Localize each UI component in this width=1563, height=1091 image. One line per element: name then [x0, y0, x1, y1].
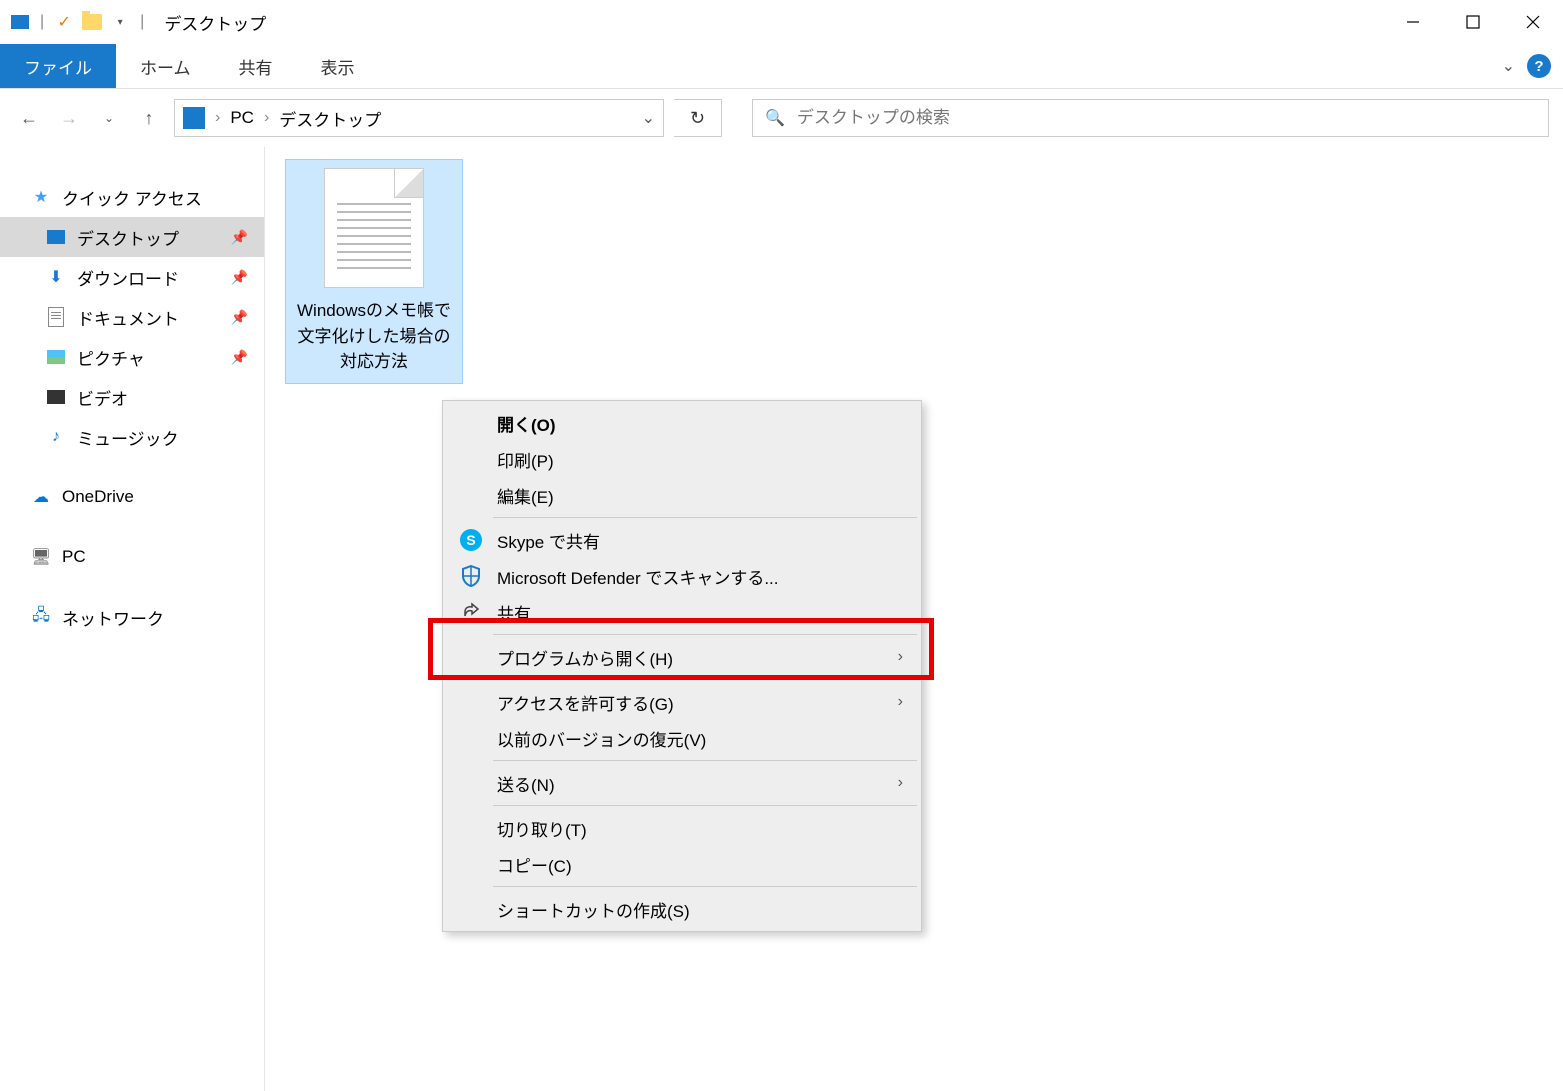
tab-home[interactable]: ホーム — [116, 44, 215, 88]
picture-icon — [45, 346, 67, 368]
separator — [493, 679, 917, 680]
titlebar: | ✓ ▾ | デスクトップ — [0, 0, 1563, 44]
help-icon[interactable]: ? — [1527, 54, 1551, 78]
breadcrumb-pc[interactable]: PC — [230, 108, 254, 128]
folder-icon — [80, 10, 104, 34]
pc-icon: 🖥 — [30, 546, 52, 568]
file-item[interactable]: Windowsのメモ帳で文字化けした場合の対応方法 — [285, 159, 463, 384]
sidebar-item-label: ネットワーク — [62, 605, 164, 630]
ctx-open[interactable]: 開く(O) — [445, 405, 919, 441]
sidebar-item-label: OneDrive — [62, 487, 134, 507]
maximize-button[interactable] — [1443, 0, 1503, 44]
context-menu: 開く(O) 印刷(P) 編集(E) S Skype で共有 Microsoft … — [442, 400, 922, 932]
cloud-icon: ☁ — [30, 486, 52, 508]
separator — [493, 805, 917, 806]
chevron-right-icon[interactable]: › — [215, 109, 220, 127]
chevron-right-icon: › — [898, 648, 903, 666]
sidebar-item-label: ダウンロード — [77, 265, 179, 290]
chevron-right-icon: › — [898, 774, 903, 792]
pin-icon: 📌 — [231, 229, 248, 246]
download-icon: ⬇ — [45, 266, 67, 288]
close-button[interactable] — [1503, 0, 1563, 44]
pin-icon: 📌 — [231, 269, 248, 286]
back-button[interactable]: ← — [14, 103, 44, 133]
ctx-create-shortcut[interactable]: ショートカットの作成(S) — [445, 891, 919, 927]
ctx-send-to[interactable]: 送る(N) › — [445, 765, 919, 801]
sidebar-item-label: PC — [62, 547, 86, 567]
ctx-copy[interactable]: コピー(C) — [445, 846, 919, 882]
sidebar-item-label: クイック アクセス — [62, 185, 202, 210]
divider: | — [40, 13, 44, 31]
breadcrumb-current[interactable]: デスクトップ — [279, 106, 381, 131]
chevron-right-icon: › — [898, 693, 903, 711]
file-name: Windowsのメモ帳で文字化けした場合の対応方法 — [294, 298, 454, 375]
ctx-restore-version[interactable]: 以前のバージョンの復元(V) — [445, 720, 919, 756]
search-box[interactable]: 🔍 — [752, 99, 1549, 137]
sidebar-music[interactable]: ♪ ミュージック — [0, 417, 264, 457]
sidebar-item-label: ドキュメント — [77, 305, 179, 330]
text-file-icon — [324, 168, 424, 288]
sidebar-documents[interactable]: ドキュメント 📌 — [0, 297, 264, 337]
address-bar[interactable]: › PC › デスクトップ ⌄ — [174, 99, 664, 137]
ctx-edit[interactable]: 編集(E) — [445, 477, 919, 513]
qat-dropdown-icon[interactable]: ▾ — [108, 10, 132, 34]
ctx-print[interactable]: 印刷(P) — [445, 441, 919, 477]
tab-file[interactable]: ファイル — [0, 44, 116, 88]
sidebar-desktop[interactable]: デスクトップ 📌 — [0, 217, 264, 257]
divider: | — [140, 13, 144, 31]
address-row: ← → ⌄ ↑ › PC › デスクトップ ⌄ ↻ 🔍 — [0, 89, 1563, 147]
ctx-grant-access[interactable]: アクセスを許可する(G) › — [445, 684, 919, 720]
sidebar-item-label: ピクチャ — [77, 345, 145, 370]
search-input[interactable] — [797, 108, 1536, 128]
sidebar-videos[interactable]: ビデオ — [0, 377, 264, 417]
ribbon-tabs: ファイル ホーム 共有 表示 ⌄ ? — [0, 44, 1563, 89]
sidebar-item-label: ミュージック — [77, 425, 179, 450]
video-icon — [45, 386, 67, 408]
sidebar-quick-access[interactable]: ★ クイック アクセス — [0, 177, 264, 217]
ctx-cut[interactable]: 切り取り(T) — [445, 810, 919, 846]
search-icon: 🔍 — [765, 108, 785, 128]
minimize-button[interactable] — [1383, 0, 1443, 44]
ctx-open-with[interactable]: プログラムから開く(H) › — [445, 639, 919, 675]
sidebar-item-label: ビデオ — [77, 385, 128, 410]
ctx-skype-share[interactable]: S Skype で共有 — [445, 522, 919, 558]
pin-icon: 📌 — [231, 349, 248, 366]
sidebar: ★ クイック アクセス デスクトップ 📌 ⬇ ダウンロード 📌 ドキュメント 📌… — [0, 147, 265, 1091]
document-icon — [45, 306, 67, 328]
skype-icon: S — [459, 528, 483, 552]
tab-share[interactable]: 共有 — [215, 44, 297, 88]
share-icon — [459, 600, 483, 624]
music-icon: ♪ — [45, 426, 67, 448]
separator — [493, 886, 917, 887]
sidebar-network[interactable]: 🖧 ネットワーク — [0, 597, 264, 637]
recent-dropdown[interactable]: ⌄ — [94, 103, 124, 133]
ribbon-expand-icon[interactable]: ⌄ — [1502, 56, 1515, 76]
checkmark-icon[interactable]: ✓ — [52, 10, 76, 34]
desktop-icon — [45, 226, 67, 248]
sidebar-onedrive[interactable]: ☁ OneDrive — [0, 477, 264, 517]
pin-icon: 📌 — [231, 309, 248, 326]
network-icon: 🖧 — [30, 606, 52, 628]
sidebar-item-label: デスクトップ — [77, 225, 179, 250]
sidebar-pictures[interactable]: ピクチャ 📌 — [0, 337, 264, 377]
address-dropdown-icon[interactable]: ⌄ — [642, 108, 655, 128]
separator — [493, 760, 917, 761]
sidebar-pc[interactable]: 🖥 PC — [0, 537, 264, 577]
chevron-right-icon[interactable]: › — [264, 109, 269, 127]
star-icon: ★ — [30, 186, 52, 208]
refresh-button[interactable]: ↻ — [674, 99, 722, 137]
ctx-share[interactable]: 共有 — [445, 594, 919, 630]
separator — [493, 517, 917, 518]
ctx-defender-scan[interactable]: Microsoft Defender でスキャンする... — [445, 558, 919, 594]
shield-icon — [459, 564, 483, 588]
location-icon — [183, 107, 205, 129]
sidebar-downloads[interactable]: ⬇ ダウンロード 📌 — [0, 257, 264, 297]
up-button[interactable]: ↑ — [134, 103, 164, 133]
app-icon — [8, 10, 32, 34]
separator — [493, 634, 917, 635]
window-title: デスクトップ — [164, 10, 266, 35]
forward-button[interactable]: → — [54, 103, 84, 133]
tab-view[interactable]: 表示 — [297, 44, 379, 88]
